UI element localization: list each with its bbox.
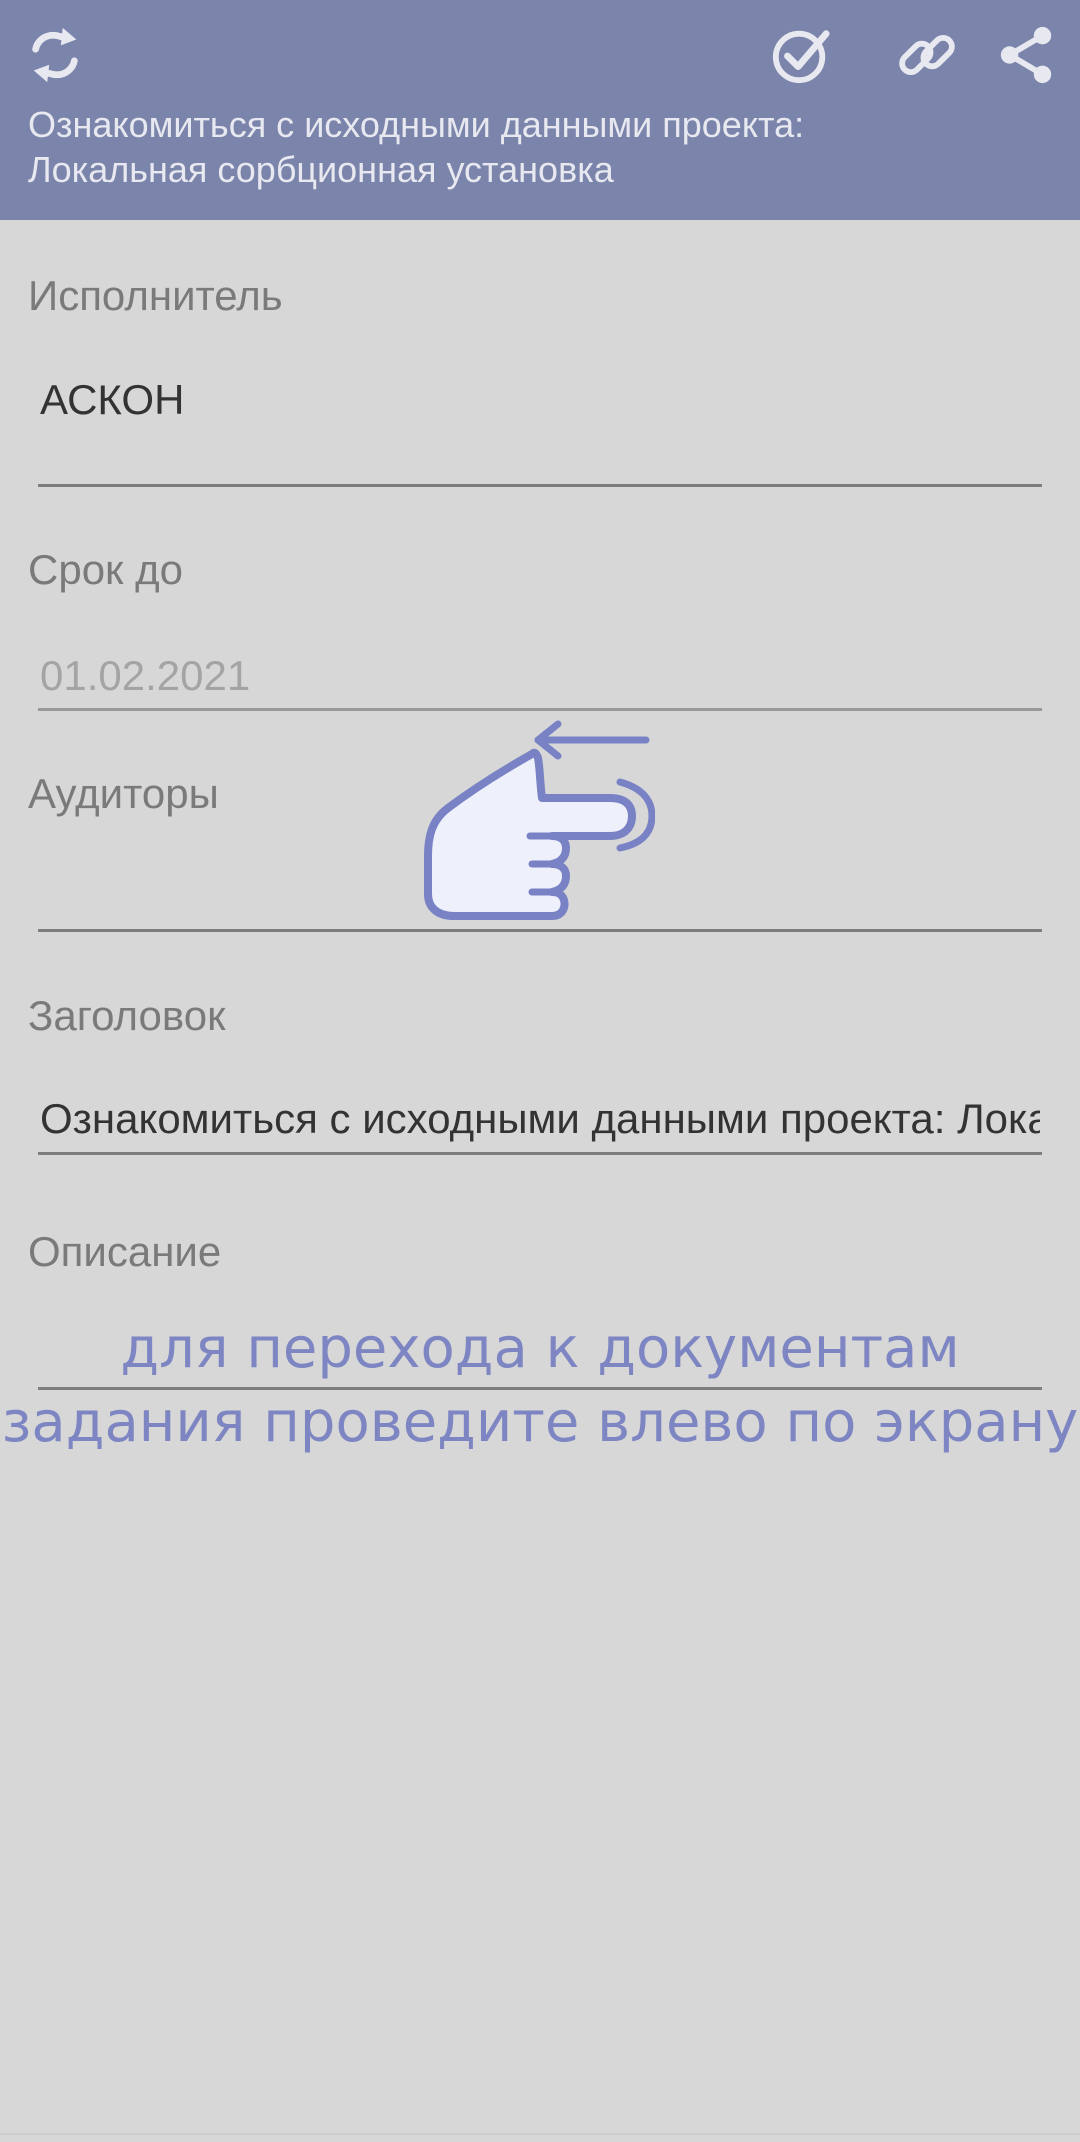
check-circle-icon[interactable] — [768, 22, 834, 88]
executor-field[interactable]: АСКОН — [40, 376, 1040, 424]
heading-underline — [38, 1152, 1042, 1155]
swipe-left-hand-icon — [424, 720, 655, 920]
task-screen: Ознакомиться с исходными данными проекта… — [0, 0, 1080, 2142]
deadline-label: Срок до — [28, 546, 183, 593]
refresh-icon[interactable] — [22, 22, 88, 88]
link-icon[interactable] — [894, 22, 960, 88]
page-title: Ознакомиться с исходными данными проекта… — [28, 102, 1048, 192]
swipe-hint-line1: для перехода к документам — [120, 1316, 960, 1381]
top-app-bar: Ознакомиться с исходными данными проекта… — [0, 0, 1080, 220]
heading-field[interactable]: Ознакомиться с исходными данными проекта… — [40, 1095, 1040, 1143]
heading-label: Заголовок — [28, 992, 226, 1039]
description-label: Описание — [28, 1228, 222, 1275]
deadline-underline — [38, 708, 1042, 711]
page-title-line1: Ознакомиться с исходными данными проекта… — [28, 104, 805, 145]
executor-underline — [38, 484, 1042, 487]
page-title-line2: Локальная сорбционная установка — [28, 149, 614, 190]
bottom-divider — [0, 2133, 1080, 2135]
share-icon[interactable] — [994, 22, 1060, 88]
executor-label: Исполнитель — [28, 272, 283, 319]
auditors-underline — [38, 929, 1042, 932]
deadline-field[interactable]: 01.02.2021 — [40, 652, 1040, 700]
swipe-hint-line2: задания проведите влево по экрану — [1, 1390, 1079, 1455]
auditors-label: Аудиторы — [28, 770, 219, 817]
